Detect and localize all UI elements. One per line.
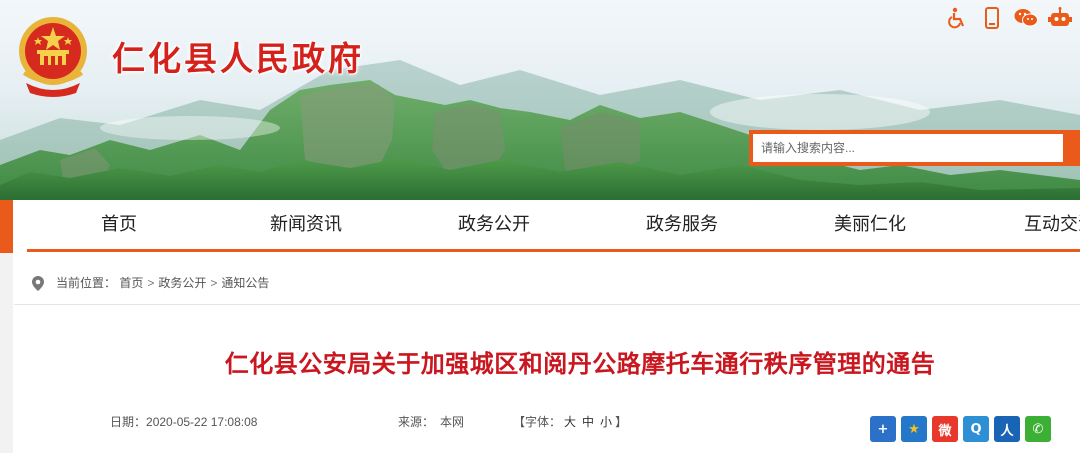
breadcrumb-item-home[interactable]: 首页: [119, 276, 143, 290]
nav-item-gov-service[interactable]: 政务服务: [646, 200, 718, 249]
location-pin-icon: [32, 276, 44, 291]
breadcrumb-label: 当前位置：: [56, 276, 117, 290]
mountain-scenery: [0, 60, 1080, 200]
qzone-star-icon[interactable]: ★: [901, 416, 927, 442]
nav-item-gov-affairs[interactable]: 政务公开: [458, 200, 530, 249]
font-size-control: 【字体：大中小】: [513, 413, 627, 430]
article-title: 仁化县公安局关于加强城区和阅丹公路摩托车通行秩序管理的通告: [224, 350, 936, 378]
breadcrumb-separator: >: [147, 276, 155, 290]
plus-share-icon[interactable]: +: [870, 416, 896, 442]
nav-bar: 首页 新闻资讯 政务公开 政务服务 美丽仁化 互动交流: [27, 200, 1080, 252]
search-box: [749, 130, 1080, 166]
font-label-close: 】: [615, 415, 628, 429]
weibo-icon[interactable]: 微: [932, 416, 958, 442]
source-label: 来源：: [398, 415, 435, 429]
wechat-share-icon[interactable]: ✆: [1025, 416, 1051, 442]
breadcrumb-separator: >: [210, 276, 218, 290]
breadcrumb: 当前位置： 首页 > 政务公开 > 通知公告: [14, 263, 1080, 305]
article-date: 日期：2020-05-22 17:08:08: [110, 413, 257, 430]
search-button[interactable]: [1066, 134, 1080, 162]
robot-icon[interactable]: [1048, 6, 1072, 30]
font-label: 【字体：: [513, 415, 562, 429]
top-toolbar: [946, 6, 1072, 30]
nav-item-beautiful[interactable]: 美丽仁化: [834, 200, 906, 249]
search-input[interactable]: [753, 134, 1063, 162]
national-emblem: [19, 17, 87, 97]
share-buttons: + ★ 微 Q 人 ✆: [870, 416, 1051, 442]
nav-item-home[interactable]: 首页: [101, 200, 137, 249]
source-value: 本网: [440, 415, 465, 429]
article-source: 来源： 本网: [398, 413, 464, 430]
breadcrumb-item-gov-affairs[interactable]: 政务公开: [158, 276, 206, 290]
main-nav: 首页 新闻资讯 政务公开 政务服务 美丽仁化 互动交流: [0, 200, 1080, 253]
font-size-small[interactable]: 小: [600, 415, 612, 429]
accessibility-icon[interactable]: [946, 6, 970, 30]
date-value: 2020-05-22 17:08:08: [146, 415, 258, 429]
nav-item-interaction[interactable]: 互动交流: [1024, 200, 1080, 249]
wechat-icon[interactable]: [1014, 6, 1038, 30]
date-label: 日期：: [110, 415, 147, 429]
breadcrumb-trail: 当前位置： 首页 > 政务公开 > 通知公告: [56, 263, 269, 303]
nav-item-news[interactable]: 新闻资讯: [270, 200, 342, 249]
mobile-phone-icon[interactable]: [980, 6, 1004, 30]
tencent-weibo-icon[interactable]: Q: [963, 416, 989, 442]
header-banner: 仁化县人民政府: [0, 0, 1080, 200]
renren-icon[interactable]: 人: [994, 416, 1020, 442]
site-title[interactable]: 仁化县人民政府: [112, 32, 364, 80]
font-size-large[interactable]: 大: [564, 415, 576, 429]
font-size-medium[interactable]: 中: [582, 415, 594, 429]
breadcrumb-item-notices[interactable]: 通知公告: [221, 276, 269, 290]
